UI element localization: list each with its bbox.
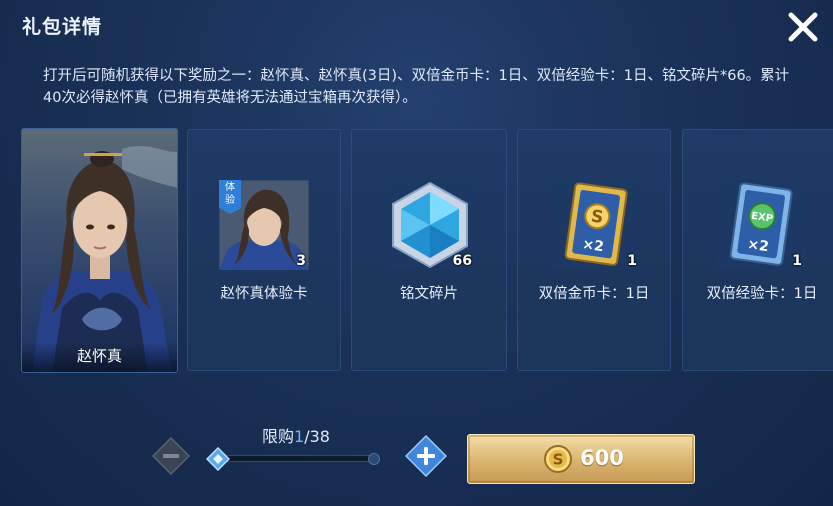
purchase-limit: 限购1/38: [262, 423, 330, 447]
trial-badge: 体验: [225, 182, 235, 206]
item-label: 赵怀真体验卡: [220, 286, 308, 302]
reward-item-inscription-shard[interactable]: 66 铭文碎片: [351, 129, 507, 371]
decrease-quantity-button[interactable]: [152, 437, 190, 475]
limit-label: 限购: [262, 427, 295, 446]
double-exp-card-icon: EXP ×2 1: [715, 180, 805, 270]
limit-current: 1: [294, 427, 305, 446]
item-quantity: 1: [792, 253, 802, 269]
inscription-shard-icon: 66: [385, 180, 475, 270]
reward-description: 打开后可随机获得以下奖励之一：赵怀真、赵怀真(3日)、双倍金币卡：1日、双倍经验…: [43, 68, 790, 106]
reward-item-double-gold-card[interactable]: S ×2 1 双倍金币卡：1日: [517, 129, 671, 371]
limit-max: /38: [304, 427, 330, 446]
svg-text:×2: ×2: [746, 237, 770, 256]
item-label: 铭文碎片: [400, 286, 458, 302]
quantity-slider-handle[interactable]: [206, 447, 230, 471]
reward-item-hero-trial-card[interactable]: 体验 3 赵怀真体验卡: [187, 129, 341, 371]
item-quantity: 3: [296, 253, 306, 269]
hero-trial-card-icon: 体验 3: [219, 180, 309, 270]
buy-button[interactable]: S 600: [467, 434, 695, 484]
hero-reward-card[interactable]: 赵怀真: [21, 128, 178, 373]
hero-portrait: [32, 146, 177, 372]
quantity-slider-end: [368, 453, 380, 465]
dialog-title: 礼包详情: [22, 16, 103, 38]
gift-pack-detail-dialog: 礼包详情 打开后可随机获得以下奖励之一：赵怀真、赵怀真(3日)、双倍金币卡：1日…: [0, 0, 833, 506]
close-icon[interactable]: [784, 8, 822, 46]
item-label: 双倍经验卡：1日: [706, 286, 818, 302]
quantity-slider-track[interactable]: [222, 455, 377, 462]
double-gold-card-icon: S ×2 1: [550, 180, 640, 270]
reward-item-double-exp-card[interactable]: EXP ×2 1 双倍经验卡：1日: [682, 129, 833, 371]
increase-quantity-button[interactable]: [405, 435, 447, 477]
svg-text:×2: ×2: [581, 237, 605, 256]
item-label: 双倍金币卡：1日: [538, 286, 650, 302]
item-quantity: 66: [452, 253, 472, 269]
hero-name: 赵怀真: [22, 342, 177, 372]
gold-coin-icon: S: [544, 445, 572, 473]
buy-price: 600: [580, 446, 624, 470]
item-quantity: 1: [627, 253, 637, 269]
svg-text:S: S: [553, 451, 564, 469]
